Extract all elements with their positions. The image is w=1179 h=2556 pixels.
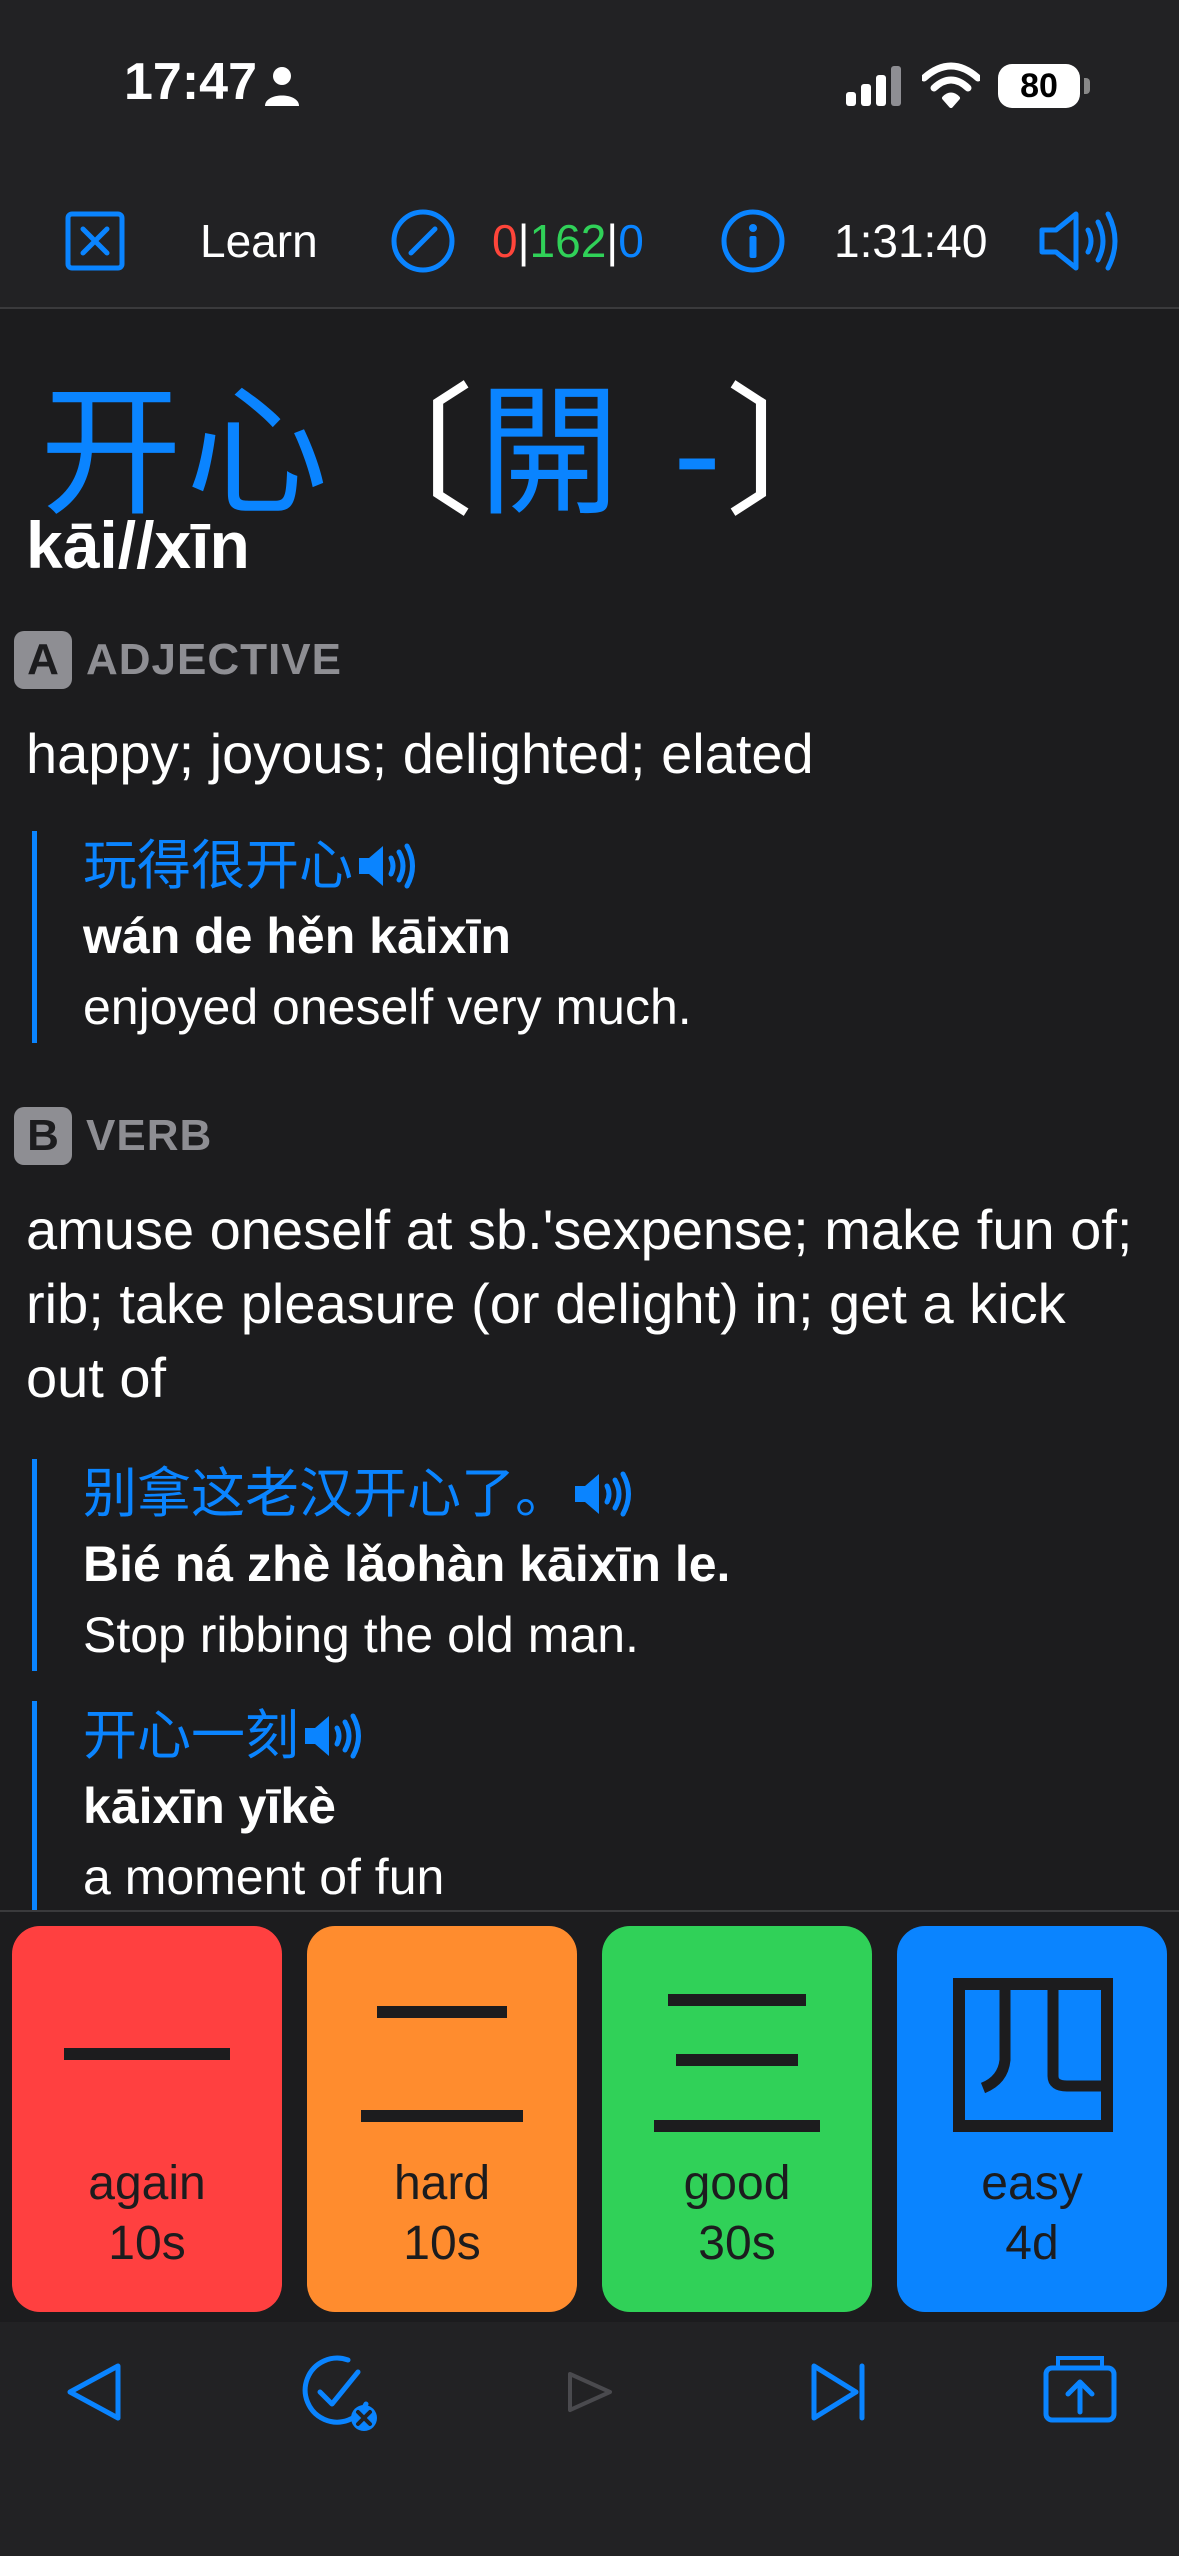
mode-title: Learn	[200, 215, 318, 267]
rate-easy-button[interactable]: easy 4d	[897, 1926, 1167, 2312]
headword-pinyin: kāi//xīn	[26, 508, 250, 582]
numeral-two-icon	[307, 1956, 577, 2156]
sense-badge: A	[14, 631, 72, 689]
status-time: 17:47	[124, 53, 257, 111]
example-chinese: 玩得很开心	[83, 831, 1179, 901]
rating-label: again	[88, 2157, 206, 2210]
wifi-icon	[922, 62, 980, 108]
definition: amuse oneself at sb.'sexpense; make fun …	[26, 1198, 1133, 1409]
numeral-four-icon	[897, 1956, 1167, 2156]
cellular-signal-icon	[846, 66, 901, 106]
example-translation: Stop ribbing the old man.	[83, 1607, 639, 1663]
close-icon	[65, 211, 125, 271]
battery-indicator: 80	[998, 64, 1090, 108]
speaker-icon[interactable]	[573, 1468, 635, 1520]
rate-hard-button[interactable]: hard 10s	[307, 1926, 577, 2312]
back-icon[interactable]	[56, 2352, 136, 2432]
speaker-icon[interactable]	[303, 1710, 365, 1762]
share-icon[interactable]	[1040, 2352, 1120, 2432]
example-pinyin: Bié ná zhè lǎohàn kāixīn le.	[83, 1536, 731, 1592]
example-chinese: 开心一刻	[83, 1701, 1179, 1771]
rate-good-button[interactable]: good 30s	[602, 1926, 872, 2312]
card-content: 开心〔開 -〕 kāi//xīn A ADJECTIVE happy; joyo…	[0, 309, 1179, 1913]
bracket-close: 〕	[725, 371, 872, 536]
info-button[interactable]	[720, 175, 786, 307]
skip-forward-icon[interactable]	[796, 2352, 876, 2432]
headword-traditional: 開 -	[478, 371, 726, 536]
count-review: 162	[529, 215, 607, 267]
rating-label: hard	[393, 2157, 491, 2210]
audio-button[interactable]	[1036, 175, 1128, 307]
sense-header: A ADJECTIVE	[14, 631, 342, 689]
close-button[interactable]	[64, 175, 126, 307]
numeral-three-icon	[602, 1956, 872, 2156]
bracket-open: 〔	[332, 371, 478, 536]
review-counts: 0 | 162 | 0	[492, 215, 644, 267]
rating-interval: 4d	[1005, 2217, 1059, 2270]
example: 玩得很开心 wán de hěn kāixīn enjoyed oneself …	[32, 831, 1179, 1043]
example-pinyin: kāixīn yīkè	[83, 1778, 336, 1834]
session-timer: 1:31:40	[834, 215, 988, 267]
rating-label: good	[683, 2157, 791, 2210]
rating-bar: again 10s hard 10s good 30s easy 4d	[0, 1910, 1179, 2324]
numeral-one-icon	[12, 1956, 282, 2156]
person-icon	[265, 67, 299, 106]
part-of-speech: ADJECTIVE	[86, 635, 342, 684]
toolbar: Learn 0 | 162 | 0 1:31:40	[0, 175, 1179, 309]
bottom-toolbar	[0, 2322, 1179, 2556]
example-chinese: 别拿这老汉开心了。	[83, 1459, 1179, 1529]
info-icon	[721, 209, 785, 273]
count-new: 0	[492, 215, 518, 267]
sense-badge: B	[14, 1107, 72, 1165]
part-of-speech: VERB	[86, 1111, 213, 1160]
play-icon	[568, 2372, 612, 2412]
rate-again-button[interactable]: again 10s	[12, 1926, 282, 2312]
status-bar: 17:47 80	[0, 0, 1179, 175]
example-translation: a moment of fun	[83, 1849, 445, 1905]
example: 开心一刻 kāixīn yīkè a moment of fun	[32, 1701, 1179, 1913]
rating-label: easy	[981, 2157, 1083, 2210]
edit-button[interactable]	[390, 175, 456, 307]
rating-interval: 30s	[698, 2217, 776, 2270]
example-pinyin: wán de hěn kāixīn	[83, 908, 511, 964]
sense-header: B VERB	[14, 1107, 212, 1165]
rating-interval: 10s	[403, 2217, 481, 2270]
mark-known-icon[interactable]	[298, 2352, 378, 2432]
count-learning: 0	[618, 215, 644, 267]
definition: happy; joyous; delighted; elated	[26, 722, 814, 785]
example: 别拿这老汉开心了。 Bié ná zhè lǎohàn kāixīn le. S…	[32, 1459, 1179, 1671]
rating-interval: 10s	[108, 2217, 186, 2270]
speaker-icon	[1039, 211, 1118, 271]
edit-icon	[391, 209, 455, 273]
speaker-icon[interactable]	[357, 840, 419, 892]
example-translation: enjoyed oneself very much.	[83, 979, 692, 1035]
